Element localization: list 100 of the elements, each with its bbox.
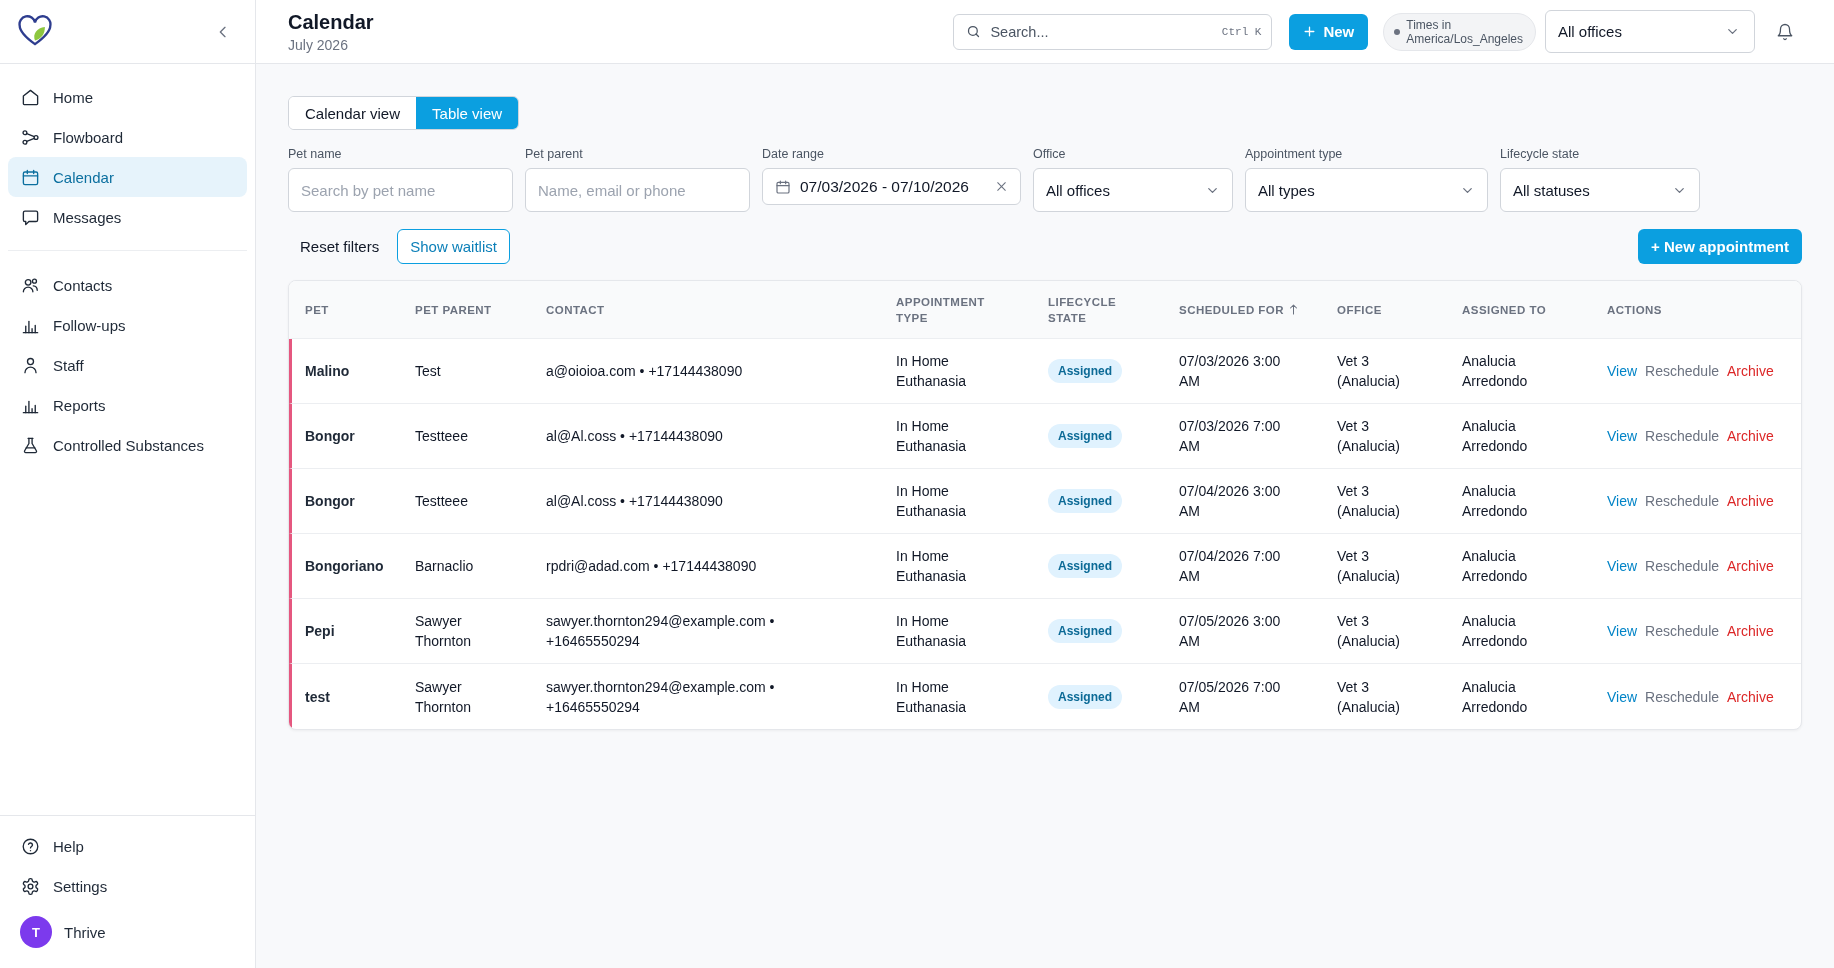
help-icon	[21, 836, 40, 856]
timezone-label: Times in America/Los_Angeles	[1406, 17, 1523, 46]
column-header: CONTACT	[546, 302, 605, 318]
person-icon	[21, 355, 40, 375]
view-link[interactable]: View	[1607, 621, 1638, 641]
table-cell-text: In Home Euthanasia	[896, 612, 968, 651]
date-range-field[interactable]: 07/03/2026 - 07/10/2026	[762, 168, 1021, 205]
filter-label: Date range	[762, 147, 825, 161]
status-badge: Assigned	[1048, 424, 1122, 448]
archive-link[interactable]: Archive	[1727, 621, 1774, 641]
new-button[interactable]: New	[1289, 13, 1369, 50]
archive-link[interactable]: Archive	[1727, 361, 1774, 381]
text-field[interactable]: Name, email or phone	[525, 168, 750, 212]
view-tab[interactable]: Table view	[416, 97, 519, 129]
table-cell-text: 07/05/2026 3:00 AM	[1179, 612, 1282, 651]
status-badge: Assigned	[1048, 359, 1122, 383]
nav-item[interactable]: Flowboard	[8, 117, 247, 157]
table-cell-text: Sawyer Thornton	[415, 677, 473, 717]
reschedule-link[interactable]: Reschedule	[1645, 686, 1720, 707]
calendar-icon	[21, 167, 40, 187]
table-cell-text: Barnaclio	[415, 557, 474, 576]
view-link[interactable]: View	[1607, 556, 1638, 576]
user-avatar[interactable]: T	[20, 916, 52, 948]
new-appointment-button[interactable]: + New appointment	[1638, 229, 1802, 264]
table-cell-text: 07/04/2026 7:00 AM	[1179, 547, 1282, 586]
nav-item[interactable]: Contacts	[8, 265, 247, 305]
table-cell-text: In Home Euthanasia	[896, 352, 968, 391]
filter-label: Pet parent	[525, 147, 584, 161]
nav-item[interactable]: Follow-ups	[8, 305, 247, 345]
nav-item[interactable]: Reports	[8, 385, 247, 425]
nav-item[interactable]: Messages	[8, 197, 247, 237]
plus-icon	[1303, 25, 1317, 38]
table-cell-text: Analucia Arredondo	[1462, 612, 1529, 651]
table-cell-text: Vet 3 (Analucia)	[1337, 352, 1402, 391]
reschedule-link[interactable]: Reschedule	[1645, 491, 1720, 511]
nav-item[interactable]: Calendar	[8, 157, 247, 197]
table-cell-text: test	[305, 687, 330, 707]
office-dropdown[interactable]: All offices	[1545, 10, 1755, 53]
nav-item[interactable]: Controlled Substances	[8, 425, 247, 465]
sort-arrow-icon[interactable]	[1289, 304, 1298, 315]
nav-item[interactable]: Staff	[8, 345, 247, 385]
column-header: PET PARENT	[415, 302, 492, 318]
table-cell-text: Analucia Arredondo	[1462, 417, 1529, 456]
table-cell-text: Malino	[305, 362, 350, 381]
table-cell-text: Vet 3 (Analucia)	[1337, 612, 1402, 651]
dropdown[interactable]: All statuses	[1500, 168, 1700, 212]
house-icon	[21, 87, 40, 107]
reset-filters-button[interactable]: Reset filters	[288, 229, 392, 264]
table-cell-text: Bongoriano	[305, 557, 384, 576]
table-cell-text: Bongor	[305, 492, 355, 511]
notification-bell-icon[interactable]	[1776, 22, 1794, 41]
flask-icon	[21, 435, 40, 455]
table-cell-text: al@Al.coss • +17144438090	[546, 492, 723, 511]
filter-label: Appointment type	[1245, 147, 1344, 161]
reschedule-link[interactable]: Reschedule	[1645, 621, 1720, 641]
page-title: Calendar	[288, 10, 374, 34]
view-link[interactable]: View	[1607, 426, 1638, 446]
view-link[interactable]: View	[1607, 491, 1638, 511]
logo-icon	[17, 15, 53, 48]
show-waitlist-button[interactable]: Show waitlist	[397, 229, 510, 264]
table-cell-text: Analucia Arredondo	[1462, 352, 1529, 391]
archive-link[interactable]: Archive	[1727, 426, 1774, 446]
view-link[interactable]: View	[1607, 686, 1638, 707]
archive-link[interactable]: Archive	[1727, 491, 1774, 511]
table-cell-text: Vet 3 (Analucia)	[1337, 547, 1402, 586]
column-header: ASSIGNED TO	[1462, 302, 1547, 318]
table-cell-text: Vet 3 (Analucia)	[1337, 677, 1402, 717]
archive-link[interactable]: Archive	[1727, 686, 1774, 707]
column-header: LIFECYCLE STATE	[1048, 294, 1118, 326]
table-cell-text: Analucia Arredondo	[1462, 547, 1529, 586]
status-badge: Assigned	[1048, 684, 1122, 709]
dropdown[interactable]: All types	[1245, 168, 1488, 212]
speech-bubble-icon	[21, 207, 40, 227]
nav-item[interactable]: Help	[8, 826, 247, 866]
text-field[interactable]: Search by pet name	[288, 168, 513, 212]
table-cell-text: In Home Euthanasia	[896, 547, 968, 586]
nav-item[interactable]: Home	[8, 77, 247, 117]
table-cell-text: Bongor	[305, 427, 355, 446]
table-cell-text: a@oioioa.com • +17144438090	[546, 362, 743, 381]
table-cell-text: In Home Euthanasia	[896, 677, 968, 717]
filter-label: Office	[1033, 147, 1067, 161]
people-icon	[21, 275, 40, 295]
reschedule-link[interactable]: Reschedule	[1645, 361, 1720, 381]
clear-icon[interactable]	[995, 180, 1008, 193]
table-cell-text: Sawyer Thornton	[415, 612, 473, 651]
column-header: OFFICE	[1337, 302, 1382, 318]
nav-item[interactable]: Settings	[8, 866, 247, 906]
table-cell-text: 07/05/2026 7:00 AM	[1179, 677, 1282, 717]
table-cell-text: al@Al.coss • +17144438090	[546, 427, 723, 446]
view-link[interactable]: View	[1607, 361, 1638, 381]
user-name: Thrive	[64, 923, 106, 941]
reschedule-link[interactable]: Reschedule	[1645, 556, 1720, 576]
archive-link[interactable]: Archive	[1727, 556, 1774, 576]
settings-icon	[21, 876, 40, 896]
status-badge: Assigned	[1048, 489, 1122, 513]
calendar-icon	[775, 178, 791, 195]
dot-icon	[1394, 28, 1401, 35]
status-badge: Assigned	[1048, 554, 1122, 578]
reschedule-link[interactable]: Reschedule	[1645, 426, 1720, 446]
dropdown[interactable]: All offices	[1033, 168, 1233, 212]
